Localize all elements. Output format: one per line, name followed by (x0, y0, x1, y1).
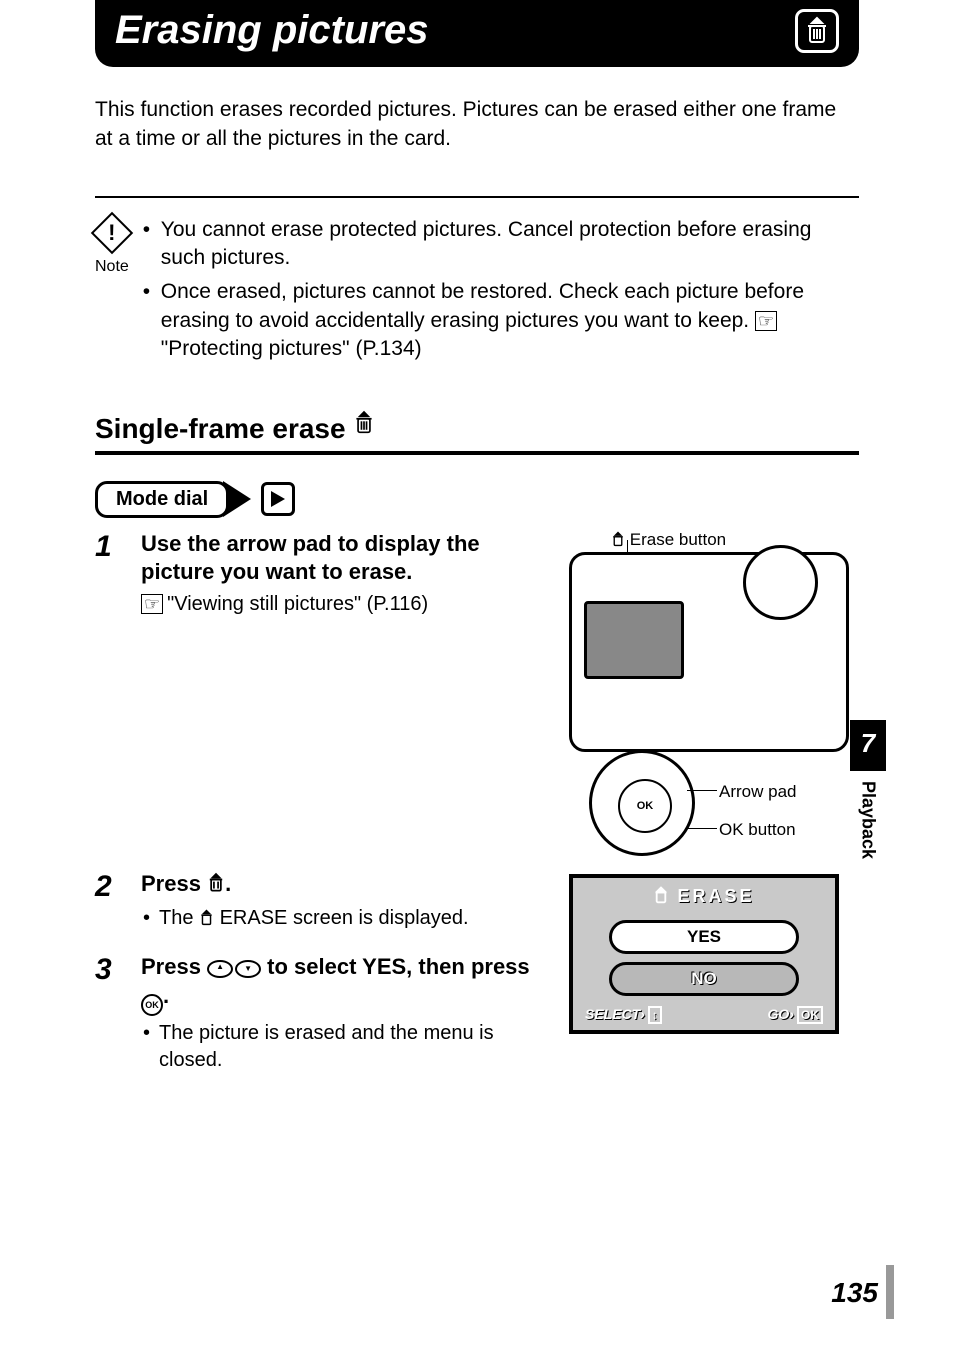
erase-button-label: Erase button (630, 530, 726, 549)
camera-diagram: Erase button OK Arrow pad OK button (569, 530, 859, 860)
page-header: Erasing pictures (95, 0, 859, 67)
note-item: You cannot erase protected pictures. Can… (143, 216, 859, 273)
reference-icon: ☞ (755, 311, 777, 331)
erase-icon (207, 872, 225, 902)
step-2: 2 Press . The (95, 870, 549, 936)
step-title: Press to select YES, then press OK. (141, 953, 549, 1016)
go-hint: GO›OK (768, 1006, 823, 1024)
step-title: Use the arrow pad to display the picture… (141, 530, 549, 587)
erase-icon (611, 531, 625, 553)
step-number: 2 (95, 870, 123, 936)
note-item: Once erased, pictures cannot be restored… (143, 278, 859, 363)
step-number: 3 (95, 953, 123, 1074)
page-bar (886, 1265, 894, 1319)
page-number: 135 (831, 1277, 878, 1309)
arrow-pad-icon: OK (589, 750, 695, 856)
note-section: ! Note You cannot erase protected pictur… (95, 196, 859, 370)
erase-icon (653, 886, 669, 910)
intro-text: This function erases recorded pictures. … (95, 95, 859, 154)
erase-icon (199, 908, 214, 935)
step-number: 1 (95, 530, 123, 616)
mode-dial-label: Mode dial (95, 481, 229, 518)
chapter-number: 7 (850, 720, 886, 771)
arrow-pad-label: Arrow pad (719, 782, 796, 802)
camera-body (569, 552, 849, 752)
mode-dial-indicator: Mode dial (95, 481, 859, 518)
ok-button-icon: OK (141, 994, 163, 1016)
note-icon: ! (91, 212, 133, 254)
chapter-name: Playback (858, 781, 879, 859)
up-down-buttons-icon (207, 960, 261, 978)
erase-screen-preview: ERASE YES NO SELECT›↕ GO›OK (569, 874, 839, 1034)
erase-icon (353, 410, 375, 442)
step-detail: The picture is erased and the menu is cl… (141, 1020, 549, 1074)
step-3: 3 Press to select YES, then press OK. Th… (95, 953, 549, 1074)
note-label: Note (95, 258, 129, 276)
step-title: Press . (141, 870, 549, 902)
step-detail: The ERASE screen is displayed. (141, 905, 549, 935)
step-reference: ☞"Viewing still pictures" (P.116) (141, 593, 549, 616)
erase-icon (795, 9, 839, 53)
note-reference: "Protecting pictures" (P.134) (161, 337, 422, 360)
erase-screen-title: ERASE (581, 886, 827, 910)
chapter-tab: 7 Playback (850, 720, 886, 859)
erase-no-option: NO (609, 962, 799, 996)
reference-icon: ☞ (141, 594, 163, 614)
page-title: Erasing pictures (115, 8, 428, 53)
ok-button-label: OK button (719, 820, 796, 840)
step-1: 1 Use the arrow pad to display the pictu… (95, 530, 549, 616)
erase-yes-option: YES (609, 920, 799, 954)
playback-icon (261, 482, 295, 516)
section-heading: Single-frame erase (95, 410, 859, 455)
select-hint: SELECT›↕ (585, 1006, 662, 1024)
